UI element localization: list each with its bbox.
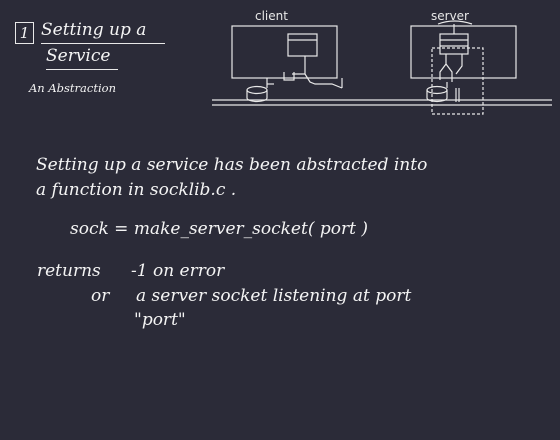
server-label: server bbox=[431, 9, 469, 23]
slide-title-second-line: Service bbox=[46, 46, 111, 66]
or-label: or bbox=[91, 286, 110, 306]
client-connection-wire bbox=[292, 56, 343, 89]
description-line-second: a function in socklib.c . bbox=[36, 180, 237, 200]
server-disk bbox=[426, 85, 448, 95]
server-highlight-box bbox=[431, 47, 484, 115]
client-process-box bbox=[287, 33, 318, 57]
client-machine bbox=[231, 25, 338, 79]
slide-title: Setting up a bbox=[41, 20, 147, 40]
return-value-error: -1 on error bbox=[131, 261, 225, 281]
client-label: client bbox=[255, 9, 288, 23]
server-process-box bbox=[439, 33, 469, 55]
slide-number: 1 bbox=[15, 22, 34, 44]
function-call-example: sock = make_server_socket( port ) bbox=[70, 219, 368, 239]
title-underline bbox=[41, 43, 165, 44]
slide-subtitle: An Abstraction bbox=[29, 81, 116, 95]
client-server-diagram: client server bbox=[212, 9, 552, 115]
return-value-port: "port" bbox=[134, 310, 186, 330]
title-underline-second bbox=[46, 69, 118, 70]
return-value-socket: a server socket listening at port bbox=[136, 286, 412, 306]
returns-label: returns bbox=[37, 261, 101, 281]
client-disk bbox=[246, 85, 268, 95]
description-line: Setting up a service has been abstracted… bbox=[36, 155, 428, 175]
